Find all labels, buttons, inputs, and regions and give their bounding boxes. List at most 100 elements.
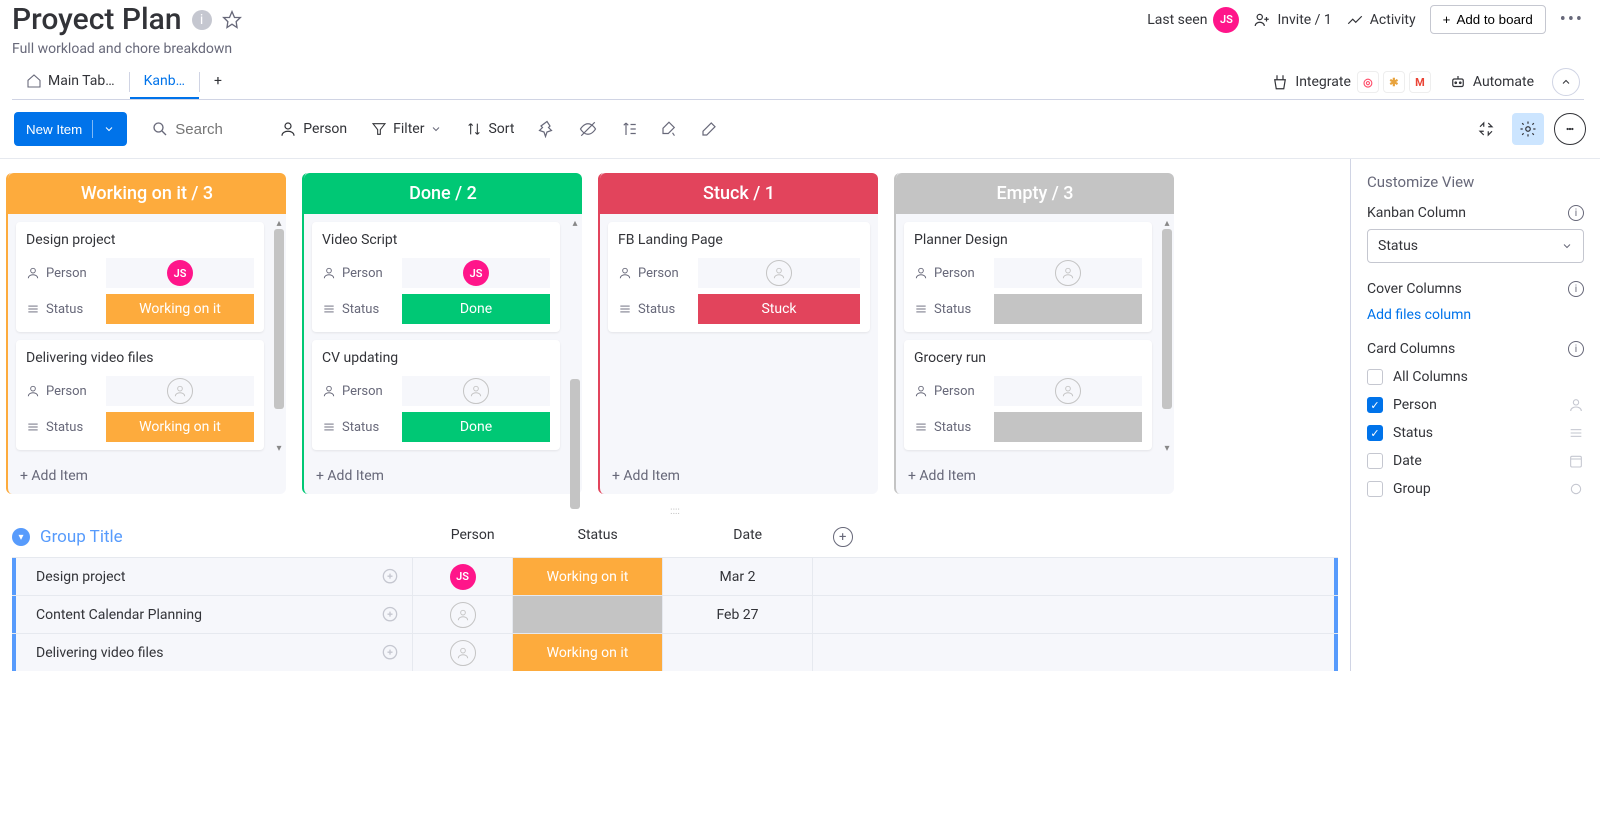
collapse-tabs-button[interactable] <box>1552 68 1580 96</box>
tab-kanban[interactable]: Kanb… <box>130 65 199 99</box>
info-icon[interactable]: i <box>1568 205 1584 221</box>
kanban-card[interactable]: Design project PersonJS StatusWorking on… <box>16 222 264 332</box>
add-column-button[interactable]: + <box>833 527 853 547</box>
activity-button[interactable]: Activity <box>1346 11 1416 29</box>
person-cell[interactable] <box>412 634 512 671</box>
add-update-icon[interactable] <box>380 605 400 625</box>
integrate-button[interactable]: Integrate ◎ ✱ M <box>1271 71 1431 93</box>
row-handle[interactable] <box>12 634 16 671</box>
integration-slack-icon[interactable]: ✱ <box>1383 71 1405 93</box>
col-status-header[interactable]: Status <box>523 527 673 547</box>
column-header[interactable]: Working on it / 3 <box>8 173 286 214</box>
row-name[interactable]: Content Calendar Planning <box>32 605 412 625</box>
resize-handle[interactable]: :::: <box>0 504 1350 519</box>
column-header[interactable]: Done / 2 <box>304 173 582 214</box>
date-cell[interactable]: Mar 2 <box>662 558 812 595</box>
person-cell[interactable] <box>412 596 512 633</box>
check-group[interactable]: Group <box>1367 481 1584 497</box>
kanban-card[interactable]: Delivering video files Person StatusWork… <box>16 340 264 450</box>
add-files-link[interactable]: Add files column <box>1367 307 1471 323</box>
person-cell[interactable]: JS <box>412 558 512 595</box>
row-handle[interactable] <box>12 558 16 595</box>
person-cell[interactable] <box>994 258 1142 288</box>
status-cell[interactable] <box>994 412 1142 442</box>
row-name[interactable]: Design project <box>32 567 412 587</box>
add-tab-button[interactable]: + <box>200 65 236 99</box>
sort-button[interactable]: Sort <box>466 121 514 137</box>
add-update-icon[interactable] <box>380 567 400 587</box>
new-item-button[interactable]: New Item <box>14 112 127 146</box>
integration-gmail-icon[interactable]: M <box>1409 71 1431 93</box>
pin-icon[interactable] <box>538 120 556 138</box>
kanban-card[interactable]: Video Script PersonJS StatusDone <box>312 222 560 332</box>
person-cell[interactable] <box>994 376 1142 406</box>
person-cell[interactable] <box>402 376 550 406</box>
kanban-card[interactable]: Grocery run Person Status <box>904 340 1152 450</box>
row-handle[interactable] <box>12 596 16 633</box>
settings-icon[interactable] <box>1512 113 1544 145</box>
kanban-card[interactable]: CV updating Person StatusDone <box>312 340 560 450</box>
table-row[interactable]: Content Calendar Planning Feb 27 <box>12 595 1338 633</box>
status-cell[interactable] <box>512 596 662 633</box>
status-cell[interactable]: Working on it <box>106 294 254 324</box>
group-title[interactable]: Group Title <box>40 527 123 547</box>
scrollbar[interactable]: ▴▾ <box>1160 214 1174 458</box>
info-icon[interactable]: i <box>1568 341 1584 357</box>
info-icon[interactable]: i <box>1568 281 1584 297</box>
status-cell[interactable]: Working on it <box>512 634 662 671</box>
info-icon[interactable]: i <box>192 10 212 30</box>
check-status[interactable]: ✓Status <box>1367 425 1584 441</box>
status-cell[interactable]: Working on it <box>512 558 662 595</box>
collapse-icon[interactable] <box>1470 113 1502 145</box>
add-to-board-button[interactable]: + Add to board <box>1430 5 1546 34</box>
check-date[interactable]: Date <box>1367 453 1584 469</box>
height-icon[interactable] <box>620 120 638 138</box>
column-header[interactable]: Empty / 3 <box>896 173 1174 214</box>
color-icon[interactable] <box>660 120 678 138</box>
add-item-button[interactable]: + Add Item <box>600 458 878 494</box>
kanban-column-select[interactable]: Status <box>1367 229 1584 263</box>
kanban-card[interactable]: Planner Design Person Status <box>904 222 1152 332</box>
search-input[interactable] <box>151 120 255 138</box>
hide-icon[interactable] <box>578 120 598 138</box>
person-cell[interactable]: JS <box>402 258 550 288</box>
add-update-icon[interactable] <box>380 643 400 663</box>
status-cell[interactable]: Done <box>402 294 550 324</box>
avatar[interactable]: JS <box>463 260 489 286</box>
date-cell[interactable] <box>662 634 812 671</box>
scrollbar[interactable]: ▴▾ <box>568 214 582 458</box>
add-item-button[interactable]: + Add Item <box>896 458 1174 494</box>
person-filter[interactable]: Person <box>279 120 347 138</box>
check-all-columns[interactable]: All Columns <box>1367 369 1584 385</box>
kanban-card[interactable]: FB Landing Page Person StatusStuck <box>608 222 870 332</box>
star-icon[interactable] <box>222 10 242 30</box>
person-cell[interactable] <box>698 258 860 288</box>
scrollbar[interactable]: ▴▾ <box>272 214 286 458</box>
automate-button[interactable]: Automate <box>1449 73 1534 91</box>
person-cell[interactable]: JS <box>106 258 254 288</box>
filter-button[interactable]: Filter <box>371 121 442 137</box>
more-menu-icon[interactable]: ••• <box>1560 9 1584 30</box>
avatar[interactable]: JS <box>450 564 476 590</box>
col-person-header[interactable]: Person <box>423 527 523 547</box>
column-header[interactable]: Stuck / 1 <box>600 173 878 214</box>
invite-button[interactable]: Invite / 1 <box>1253 11 1331 29</box>
person-cell[interactable] <box>106 376 254 406</box>
add-item-button[interactable]: + Add Item <box>8 458 286 494</box>
status-cell[interactable] <box>994 294 1142 324</box>
status-cell[interactable]: Working on it <box>106 412 254 442</box>
tab-main[interactable]: Main Tab… <box>12 65 129 99</box>
table-row[interactable]: Delivering video files Working on it <box>12 633 1338 671</box>
row-name[interactable]: Delivering video files <box>32 643 412 663</box>
edit-icon[interactable] <box>700 120 718 138</box>
last-seen[interactable]: Last seen JS <box>1147 7 1239 33</box>
integration-1-icon[interactable]: ◎ <box>1357 71 1379 93</box>
status-cell[interactable]: Done <box>402 412 550 442</box>
date-cell[interactable]: Feb 27 <box>662 596 812 633</box>
group-collapse-button[interactable]: ▾ <box>12 528 30 546</box>
comment-icon[interactable] <box>1554 113 1586 145</box>
add-item-button[interactable]: + Add Item <box>304 458 582 494</box>
avatar[interactable]: JS <box>167 260 193 286</box>
col-date-header[interactable]: Date <box>673 527 823 547</box>
status-cell[interactable]: Stuck <box>698 294 860 324</box>
